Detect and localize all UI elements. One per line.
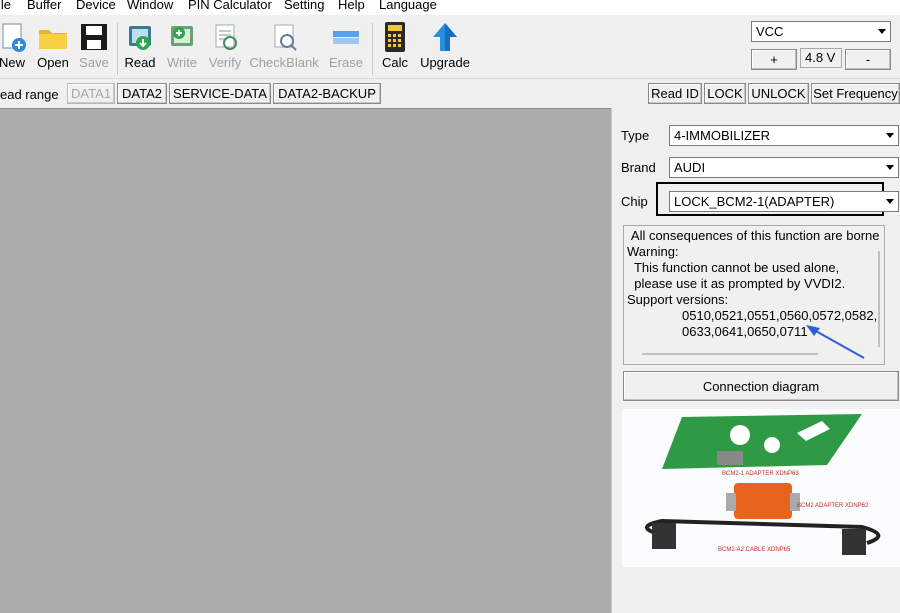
- erase-icon: [331, 21, 361, 53]
- menu-buffer[interactable]: Buffer: [27, 0, 61, 12]
- adapter-photo-icon: BCM2-1 ADAPTER XDNP63 BCM2 ADAPTER XDNP6…: [622, 409, 900, 567]
- info-line: This function cannot be used alone,: [627, 260, 840, 275]
- calc-button[interactable]: Calc: [367, 21, 423, 70]
- verify-button[interactable]: Verify: [197, 21, 253, 70]
- type-label: Type: [621, 128, 650, 143]
- new-file-icon: [0, 21, 27, 53]
- folder-icon: [38, 21, 68, 53]
- annotation-arrow-icon: [806, 325, 865, 359]
- calculator-icon: [380, 21, 410, 53]
- menu-pin-calculator[interactable]: PIN Calculator: [188, 0, 272, 12]
- erase-button[interactable]: Erase: [318, 21, 374, 70]
- device-panel: Type 4-IMMOBILIZER Brand AUDI Chip LOCK_…: [611, 108, 900, 613]
- diagram-label: BCM2 ADAPTER XDNP62: [797, 503, 869, 509]
- type-select[interactable]: 4-IMMOBILIZER: [669, 125, 899, 146]
- brand-label: Brand: [621, 160, 656, 175]
- horizontal-scrollbar[interactable]: [642, 353, 818, 355]
- chevron-down-icon: [881, 126, 898, 145]
- floppy-disk-icon: [79, 21, 109, 53]
- vcc-select[interactable]: VCC: [751, 21, 891, 42]
- vcc-increase-button[interactable]: +: [751, 49, 797, 70]
- set-frequency-button[interactable]: Set Frequency: [811, 83, 900, 104]
- chip-label: Chip: [621, 194, 648, 209]
- chip-select[interactable]: LOCK_BCM2-1(ADAPTER): [669, 191, 899, 212]
- buffer-workspace: [0, 108, 611, 613]
- info-line: Support versions:: [627, 292, 729, 307]
- tab-data1[interactable]: DATA1: [67, 83, 115, 104]
- connection-diagram-button[interactable]: Connection diagram: [623, 371, 899, 401]
- info-line: 0633,0641,0650,0711: [682, 324, 808, 339]
- menu-device[interactable]: Device: [76, 0, 116, 12]
- check-blank-button[interactable]: CheckBlank: [249, 21, 319, 70]
- read-chip-icon: [125, 21, 155, 53]
- menu-help[interactable]: Help: [338, 0, 365, 12]
- verify-icon: [210, 21, 240, 53]
- check-blank-icon: [269, 21, 299, 53]
- chevron-down-icon: [881, 192, 898, 211]
- chevron-down-icon: [873, 22, 890, 41]
- brand-select[interactable]: AUDI: [669, 157, 899, 178]
- menu-window[interactable]: Window: [127, 0, 173, 12]
- vertical-scrollbar[interactable]: [878, 251, 880, 347]
- write-chip-icon: [167, 21, 197, 53]
- menu-setting[interactable]: Setting: [284, 0, 324, 12]
- lock-button[interactable]: LOCK: [704, 83, 746, 104]
- info-line: All consequences of this function are bo…: [628, 228, 880, 243]
- vcc-decrease-button[interactable]: -: [845, 49, 891, 70]
- tab-service-data[interactable]: SERVICE-DATA: [169, 83, 271, 104]
- tab-data2-backup[interactable]: DATA2-BACKUP: [273, 83, 381, 104]
- read-id-button[interactable]: Read ID: [648, 83, 702, 104]
- upgrade-arrow-icon: [430, 21, 460, 53]
- tab-data2[interactable]: DATA2: [117, 83, 167, 104]
- connection-diagram-image: BCM2-1 ADAPTER XDNP63 BCM2 ADAPTER XDNP6…: [622, 409, 900, 567]
- toolbar: New Open Save Read Write Verify CheckBla…: [0, 15, 900, 79]
- buffer-tab-row: ead range DATA1 DATA2 SERVICE-DATA DATA2…: [0, 80, 900, 108]
- upgrade-button[interactable]: Upgrade: [417, 21, 473, 70]
- menu-file[interactable]: ile: [0, 0, 11, 12]
- read-range-label: ead range: [0, 87, 59, 102]
- unlock-button[interactable]: UNLOCK: [748, 83, 809, 104]
- diagram-label: BCM2-1 ADAPTER XDNP63: [722, 471, 799, 477]
- menu-language[interactable]: Language: [379, 0, 437, 12]
- info-line: Warning:: [627, 244, 679, 259]
- chevron-down-icon: [881, 158, 898, 177]
- voltage-display: 4.8 V: [800, 48, 842, 68]
- diagram-label: BCM2-A2 CABLE XDNP65: [718, 547, 791, 553]
- menu-bar: ile Buffer Device Window PIN Calculator …: [0, 0, 900, 15]
- info-line: please use it as prompted by VVDI2.: [627, 276, 846, 291]
